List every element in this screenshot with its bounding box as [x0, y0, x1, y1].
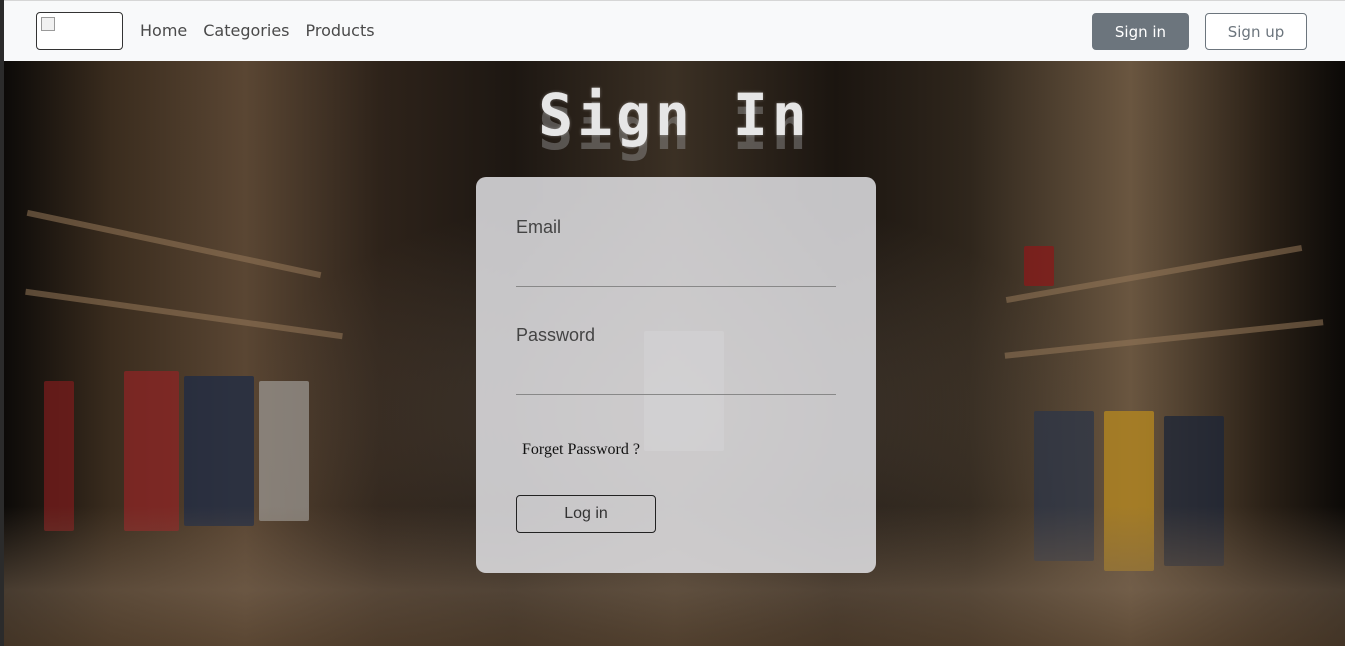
nav-link-categories[interactable]: Categories	[203, 21, 289, 40]
sign-up-button[interactable]: Sign up	[1205, 13, 1307, 50]
nav-link-home[interactable]: Home	[140, 21, 187, 40]
clothes-decoration	[184, 376, 254, 526]
password-label: Password	[516, 325, 596, 345]
navbar: Home Categories Products Sign in Sign up	[4, 0, 1345, 61]
nav-link-products[interactable]: Products	[306, 21, 375, 40]
logo[interactable]	[36, 12, 123, 50]
shelf-decoration	[26, 209, 322, 279]
log-in-button[interactable]: Log in	[516, 495, 656, 533]
shelf-decoration	[1004, 319, 1324, 359]
email-field[interactable]	[516, 263, 836, 287]
clothes-decoration	[259, 381, 309, 521]
login-form: Email Password Forget Password ? Log in	[476, 177, 876, 573]
broken-image-icon	[41, 17, 55, 31]
password-field[interactable]	[516, 371, 836, 395]
shelf-decoration	[25, 288, 343, 340]
clothes-decoration	[1024, 246, 1054, 286]
sign-in-button[interactable]: Sign in	[1092, 13, 1189, 50]
hero-background: Sign In Sign In Email Password Forget Pa…	[4, 61, 1345, 646]
forget-password-link[interactable]: Forget Password ?	[522, 441, 640, 459]
email-label: Email	[516, 217, 562, 237]
page-title: Sign In	[538, 81, 811, 149]
nav-links: Home Categories Products	[140, 21, 375, 40]
